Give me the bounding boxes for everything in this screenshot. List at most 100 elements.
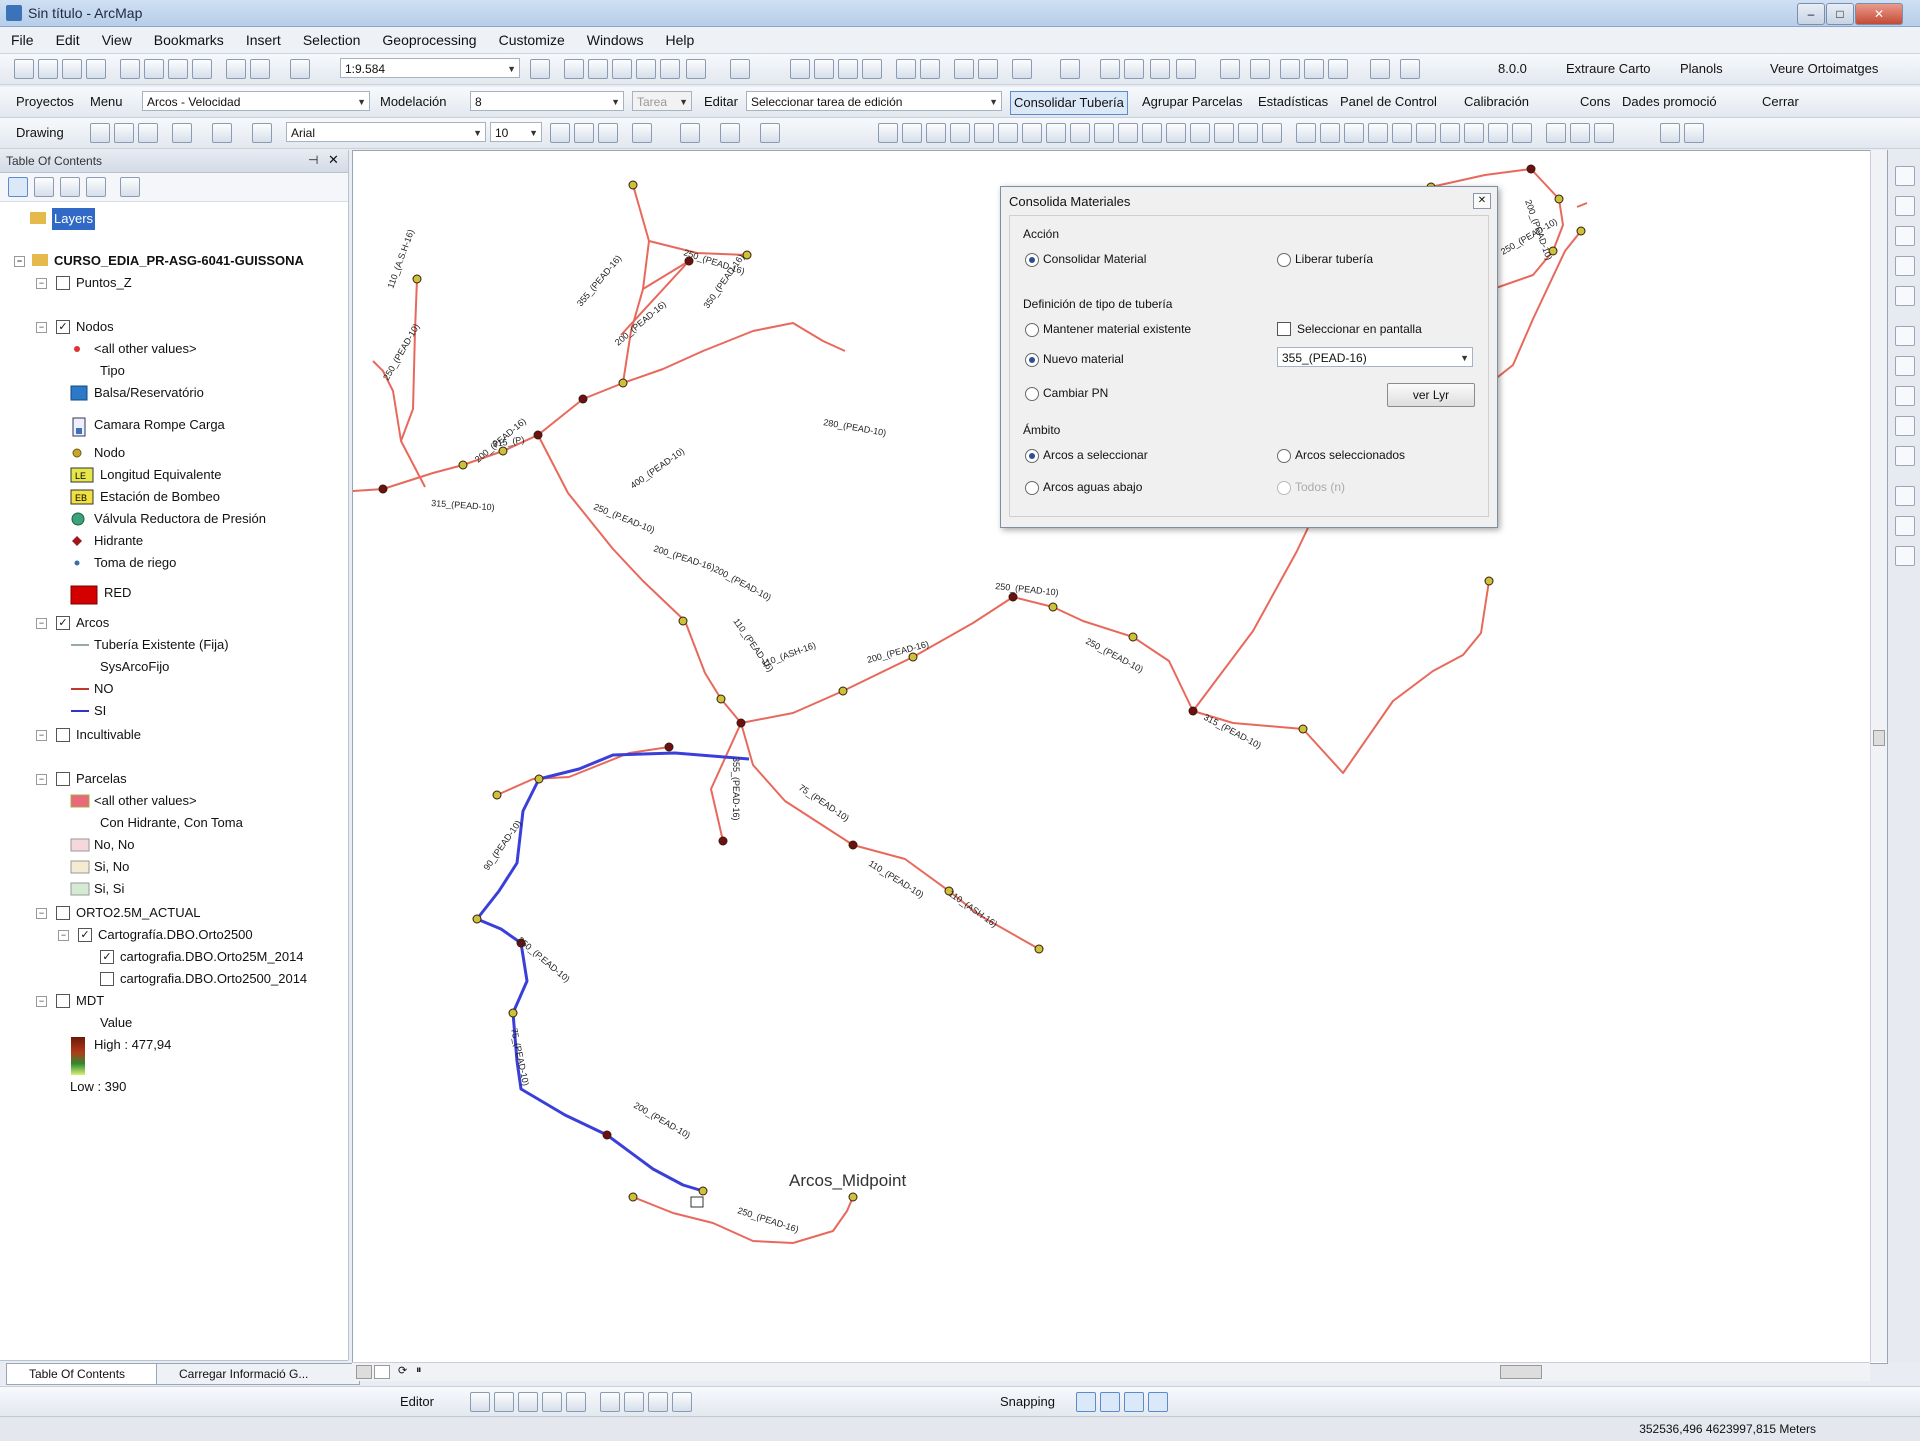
save-icon[interactable] — [62, 59, 82, 79]
toc-close-icon[interactable]: ✕ — [328, 152, 339, 168]
network-node[interactable] — [378, 484, 388, 494]
network-node[interactable] — [698, 1186, 708, 1196]
layer-visibility-checkbox[interactable]: ✓ — [56, 616, 70, 630]
network-tool-13-icon[interactable] — [1166, 123, 1186, 143]
agrupar-parcelas-button[interactable]: Agrupar Parcelas — [1142, 91, 1242, 113]
add-data-icon[interactable] — [290, 59, 310, 79]
line-color-icon[interactable] — [720, 123, 740, 143]
find-route-icon[interactable] — [1304, 59, 1324, 79]
selected-pipe-arc[interactable] — [475, 778, 541, 920]
menu-edit[interactable]: Edit — [45, 27, 91, 53]
marker-color-icon[interactable] — [760, 123, 780, 143]
liberar-tuberia-radio[interactable] — [1277, 253, 1291, 267]
identify-icon[interactable] — [1150, 59, 1170, 79]
horizontal-scroll-thumb[interactable] — [1500, 1365, 1542, 1379]
tab-table-of-contents[interactable]: Table Of Contents — [6, 1363, 172, 1385]
vertex-snapping-icon[interactable] — [1124, 1392, 1144, 1412]
arcos-seleccionados-radio[interactable] — [1277, 449, 1291, 463]
edge-snapping-icon[interactable] — [1148, 1392, 1168, 1412]
expand-toggle[interactable]: − — [58, 930, 69, 941]
cons-button[interactable]: Cons — [1580, 91, 1610, 113]
network-tool-11-icon[interactable] — [1118, 123, 1138, 143]
catalog-dock-icon[interactable] — [1895, 166, 1915, 186]
network-node[interactable] — [498, 446, 508, 456]
network-tool-6-icon[interactable] — [998, 123, 1018, 143]
full-extent-icon[interactable] — [862, 59, 882, 79]
network-tool-2-icon[interactable] — [902, 123, 922, 143]
network-tool-27-icon[interactable] — [1512, 123, 1532, 143]
new-document-icon[interactable] — [14, 59, 34, 79]
toc-window-icon[interactable] — [564, 59, 584, 79]
globe-icon[interactable] — [686, 59, 706, 79]
info-dock-icon[interactable] — [1895, 546, 1915, 566]
network-tool-12-icon[interactable] — [1142, 123, 1162, 143]
layer-dock-icon[interactable] — [1895, 356, 1915, 376]
underline-icon[interactable] — [598, 123, 618, 143]
network-tool-8-icon[interactable] — [1046, 123, 1066, 143]
network-tool-16-icon[interactable] — [1238, 123, 1258, 143]
refresh-icon[interactable]: ⟳ — [398, 1364, 407, 1377]
midpoint-marker[interactable] — [690, 1196, 704, 1208]
layer-visibility-checkbox[interactable] — [56, 772, 70, 786]
font-color-icon[interactable] — [632, 123, 652, 143]
network-tool-20-icon[interactable] — [1344, 123, 1364, 143]
ver-lyr-button[interactable]: ver Lyr — [1387, 383, 1475, 407]
fill-color-icon[interactable] — [680, 123, 700, 143]
network-node[interactable] — [618, 378, 628, 388]
network-node[interactable] — [1034, 944, 1044, 954]
time-slider-icon[interactable] — [1370, 59, 1390, 79]
material-select[interactable]: 355_(PEAD-16) ▼ — [1277, 347, 1473, 367]
network-tool-5-icon[interactable] — [974, 123, 994, 143]
network-tool-26-icon[interactable] — [1488, 123, 1508, 143]
menu-geoprocessing[interactable]: Geoprocessing — [371, 27, 487, 53]
open-folder-icon[interactable] — [38, 59, 58, 79]
search-window-icon[interactable] — [612, 59, 632, 79]
arcos-aguas-abajo-radio[interactable] — [1025, 481, 1039, 495]
map-scale-combo[interactable]: 1:9.584 ▼ — [340, 58, 520, 78]
arctoolbox-dock-icon[interactable] — [1895, 226, 1915, 246]
network-tool-9-icon[interactable] — [1070, 123, 1090, 143]
bold-icon[interactable] — [550, 123, 570, 143]
expand-toggle[interactable]: − — [36, 774, 47, 785]
network-tool-21-icon[interactable] — [1368, 123, 1388, 143]
expand-toggle[interactable]: − — [36, 322, 47, 333]
network-tool-23-icon[interactable] — [1416, 123, 1436, 143]
layer-visibility-checkbox[interactable] — [56, 994, 70, 1008]
network-node[interactable] — [602, 1130, 612, 1140]
network-node[interactable] — [1008, 592, 1018, 602]
selected-pipe-arc[interactable] — [476, 917, 529, 1014]
expand-toggle[interactable]: − — [36, 908, 47, 919]
help-dock-icon[interactable] — [1895, 516, 1915, 536]
network-tool-19-icon[interactable] — [1320, 123, 1340, 143]
hyperlink-icon[interactable] — [1176, 59, 1196, 79]
python-window-icon[interactable] — [660, 59, 680, 79]
network-node[interactable] — [664, 742, 674, 752]
model-dock-icon[interactable] — [1895, 446, 1915, 466]
data-view-icon[interactable] — [356, 1365, 372, 1379]
map-horizontal-scrollbar[interactable]: ⟳ ⏸ — [352, 1362, 1870, 1381]
consolidar-material-radio[interactable] — [1025, 253, 1039, 267]
network-node[interactable] — [628, 180, 638, 190]
layer-visibility-checkbox[interactable]: ✓ — [78, 928, 92, 942]
toc-item[interactable]: ✓ cartografia.DBO.Orto25M_2014 — [0, 946, 346, 968]
network-node[interactable] — [508, 1008, 518, 1018]
network-node[interactable] — [472, 914, 482, 924]
network-node[interactable] — [1484, 576, 1494, 586]
pause-drawing-icon[interactable]: ⏸ — [416, 1364, 422, 1377]
network-tool-1-icon[interactable] — [878, 123, 898, 143]
network-node[interactable] — [1128, 632, 1138, 642]
panel-control-button[interactable]: Panel de Control — [1340, 91, 1437, 113]
network-node[interactable] — [412, 274, 422, 284]
measure-icon[interactable] — [1250, 59, 1270, 79]
network-node[interactable] — [848, 840, 858, 850]
find-icon[interactable] — [1280, 59, 1300, 79]
network-tool-29-icon[interactable] — [1570, 123, 1590, 143]
menu-windows[interactable]: Windows — [576, 27, 655, 53]
snapping-dock-icon[interactable] — [1895, 416, 1915, 436]
vertical-scroll-thumb[interactable] — [1873, 730, 1885, 746]
font-size-combo[interactable]: 10 ▼ — [490, 122, 542, 142]
cambiar-pn-radio[interactable] — [1025, 387, 1039, 401]
network-tool-24-icon[interactable] — [1440, 123, 1460, 143]
extract-carto-tool[interactable]: Extraure Carto — [1566, 58, 1651, 80]
list-by-drawing-order-icon[interactable] — [8, 177, 28, 197]
